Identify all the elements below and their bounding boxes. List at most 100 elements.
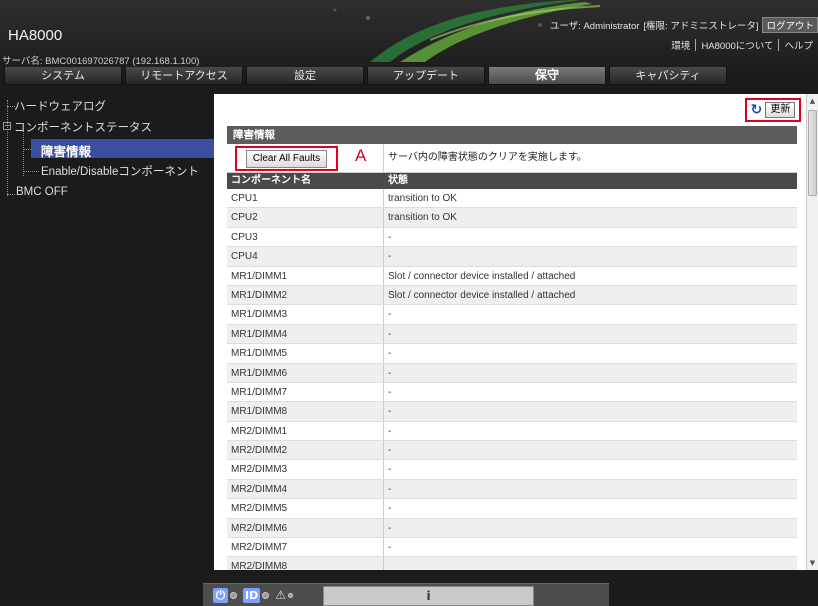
status-cell: -	[388, 367, 392, 379]
main-tabs: システム リモートアクセス 設定 アップデート 保守 キャパシティ	[0, 67, 818, 85]
status-cell: -	[388, 328, 392, 340]
clear-all-faults-button[interactable]: Clear All Faults	[245, 149, 328, 168]
user-info: ユーザ: Administrator [権限: アドミニストレータ] ログアウト	[550, 17, 818, 33]
column-header-component: コンポーネント名	[231, 175, 311, 186]
role-label: [権限: アドミニストレータ]	[643, 21, 759, 32]
table-row: MR1/DIMM8-	[227, 402, 797, 422]
help-link[interactable]: ヘルプ	[779, 38, 818, 52]
component-name-cell: CPU4	[227, 247, 384, 266]
scroll-up-arrow-icon[interactable]: ▲	[807, 94, 818, 108]
nav-item-enable-disable[interactable]: Enable/Disableコンポーネント	[41, 163, 199, 179]
warning-status[interactable]: ⚠	[275, 588, 293, 602]
tree-line	[7, 194, 15, 195]
table-row: MR2/DIMM3-	[227, 460, 797, 480]
user-label: ユーザ: Administrator	[549, 21, 640, 32]
tab-remote-access[interactable]: リモートアクセス	[125, 67, 243, 85]
id-status[interactable]: ID	[243, 587, 270, 603]
warning-icon: ⚠	[275, 588, 286, 602]
column-header-status: 状態	[388, 175, 408, 186]
refresh-button[interactable]: 更新	[765, 102, 796, 118]
table-row: MR1/DIMM1 Slot / connector device install…	[227, 266, 797, 286]
component-name-cell: MR2/DIMM2	[227, 441, 384, 460]
table-row: CPU1 transition to OK	[227, 189, 797, 209]
tab-capacity[interactable]: キャパシティ	[609, 67, 727, 85]
status-cell: -	[388, 309, 392, 321]
component-name-cell: MR2/DIMM7	[227, 538, 384, 557]
power-icon: ⏻	[213, 587, 228, 603]
table-row: MR2/DIMM6-	[227, 518, 797, 539]
tab-maintenance[interactable]: 保守	[488, 67, 606, 85]
table-row: MR2/DIMM1-	[227, 421, 797, 442]
component-name-cell: CPU1	[227, 189, 384, 208]
status-cell: -	[388, 386, 392, 398]
status-cell: transition to OK	[388, 212, 457, 224]
info-icon: i	[426, 589, 431, 603]
scroll-thumb[interactable]	[808, 110, 817, 196]
nav-item-hardware-log[interactable]: ハードウェアログ	[14, 98, 106, 114]
clear-faults-description: サーバ内の障害状態のクリアを実施します。	[388, 152, 587, 163]
status-cell: -	[388, 522, 392, 534]
annotation-marker: A	[355, 146, 367, 165]
status-cell: -	[388, 542, 392, 554]
status-cell: -	[388, 503, 392, 515]
collapse-icon[interactable]: −	[3, 122, 11, 130]
table-row: MR2/DIMM2-	[227, 441, 797, 461]
nav-item-fault-info[interactable]: 障害情報	[41, 141, 91, 160]
component-name-cell: MR1/DIMM3	[227, 305, 384, 324]
table-row: MR2/DIMM8	[227, 557, 797, 570]
component-name-cell: MR1/DIMM4	[227, 324, 384, 344]
refresh-icon[interactable]: ↻	[751, 103, 763, 117]
nav-item-bmc-off[interactable]: BMC OFF	[16, 186, 68, 198]
component-name-cell: MR2/DIMM5	[227, 499, 384, 518]
server-status-widget: ⏻ ID ⚠ i	[203, 583, 609, 606]
status-cell: Slot / connector device installed / atta…	[388, 289, 576, 301]
table-row: MR1/DIMM6-	[227, 363, 797, 383]
tree-line	[23, 131, 24, 176]
environment-link[interactable]: 環境	[666, 38, 695, 52]
refresh-highlight-box: ↻ 更新	[745, 98, 801, 122]
component-name-cell: MR1/DIMM1	[227, 266, 384, 285]
app-title: HA8000	[8, 27, 63, 44]
power-led-icon	[230, 591, 237, 599]
panel-title: 障害情報	[227, 126, 797, 144]
table-row: CPU3-	[227, 227, 797, 248]
component-name-cell: MR2/DIMM4	[227, 479, 384, 499]
table-header: コンポーネント名 状態	[227, 173, 797, 189]
clear-faults-row: Clear All Faults A サーバ内の障害状態のクリアを実施します。	[227, 144, 797, 173]
status-cell: Slot / connector device installed / atta…	[388, 270, 576, 282]
status-cell: -	[388, 348, 392, 360]
table-row: CPU2 transition to OK	[227, 208, 797, 228]
tab-update[interactable]: アップデート	[367, 67, 485, 85]
tree-line	[7, 100, 8, 196]
fault-table-body: CPU1 transition to OK CPU2 transition to OK…	[227, 189, 797, 570]
nav-item-component-status[interactable]: コンポーネントステータス	[14, 119, 152, 135]
component-name-cell: MR1/DIMM7	[227, 382, 384, 402]
about-link[interactable]: HA8000について	[696, 38, 778, 52]
info-panel[interactable]: i	[323, 586, 534, 606]
component-name-cell: MR2/DIMM3	[227, 460, 384, 479]
tree-line	[23, 171, 39, 172]
status-cell: -	[388, 445, 392, 457]
component-name-cell: CPU3	[227, 227, 384, 247]
table-row: MR1/DIMM2 Slot / connector device install…	[227, 285, 797, 306]
id-led-icon	[262, 591, 270, 599]
scroll-down-arrow-icon[interactable]: ▼	[807, 556, 818, 570]
status-cell: -	[388, 464, 392, 476]
warning-led-icon	[288, 592, 293, 598]
component-name-cell: MR2/DIMM6	[227, 518, 384, 538]
id-icon: ID	[243, 587, 261, 603]
table-row: CPU4-	[227, 247, 797, 267]
tab-settings[interactable]: 設定	[246, 67, 364, 85]
power-status[interactable]: ⏻	[213, 587, 237, 603]
tab-system[interactable]: システム	[4, 67, 122, 85]
table-row: MR2/DIMM5-	[227, 499, 797, 519]
content-area: ↻ 更新 障害情報 Clear All Faults A サーバ内の障害状態のク…	[214, 94, 806, 570]
logout-button[interactable]: ログアウト	[762, 17, 818, 33]
clear-faults-cell: Clear All Faults A	[227, 144, 384, 172]
status-cell: -	[388, 425, 392, 437]
vertical-scrollbar[interactable]: ▲ ▼	[806, 94, 818, 570]
table-row: MR1/DIMM7-	[227, 382, 797, 403]
component-name-cell: CPU2	[227, 208, 384, 227]
component-name-cell: MR2/DIMM1	[227, 421, 384, 441]
server-name: サーバ名: BMC001697026787 (192.168.1.100)	[2, 56, 200, 67]
